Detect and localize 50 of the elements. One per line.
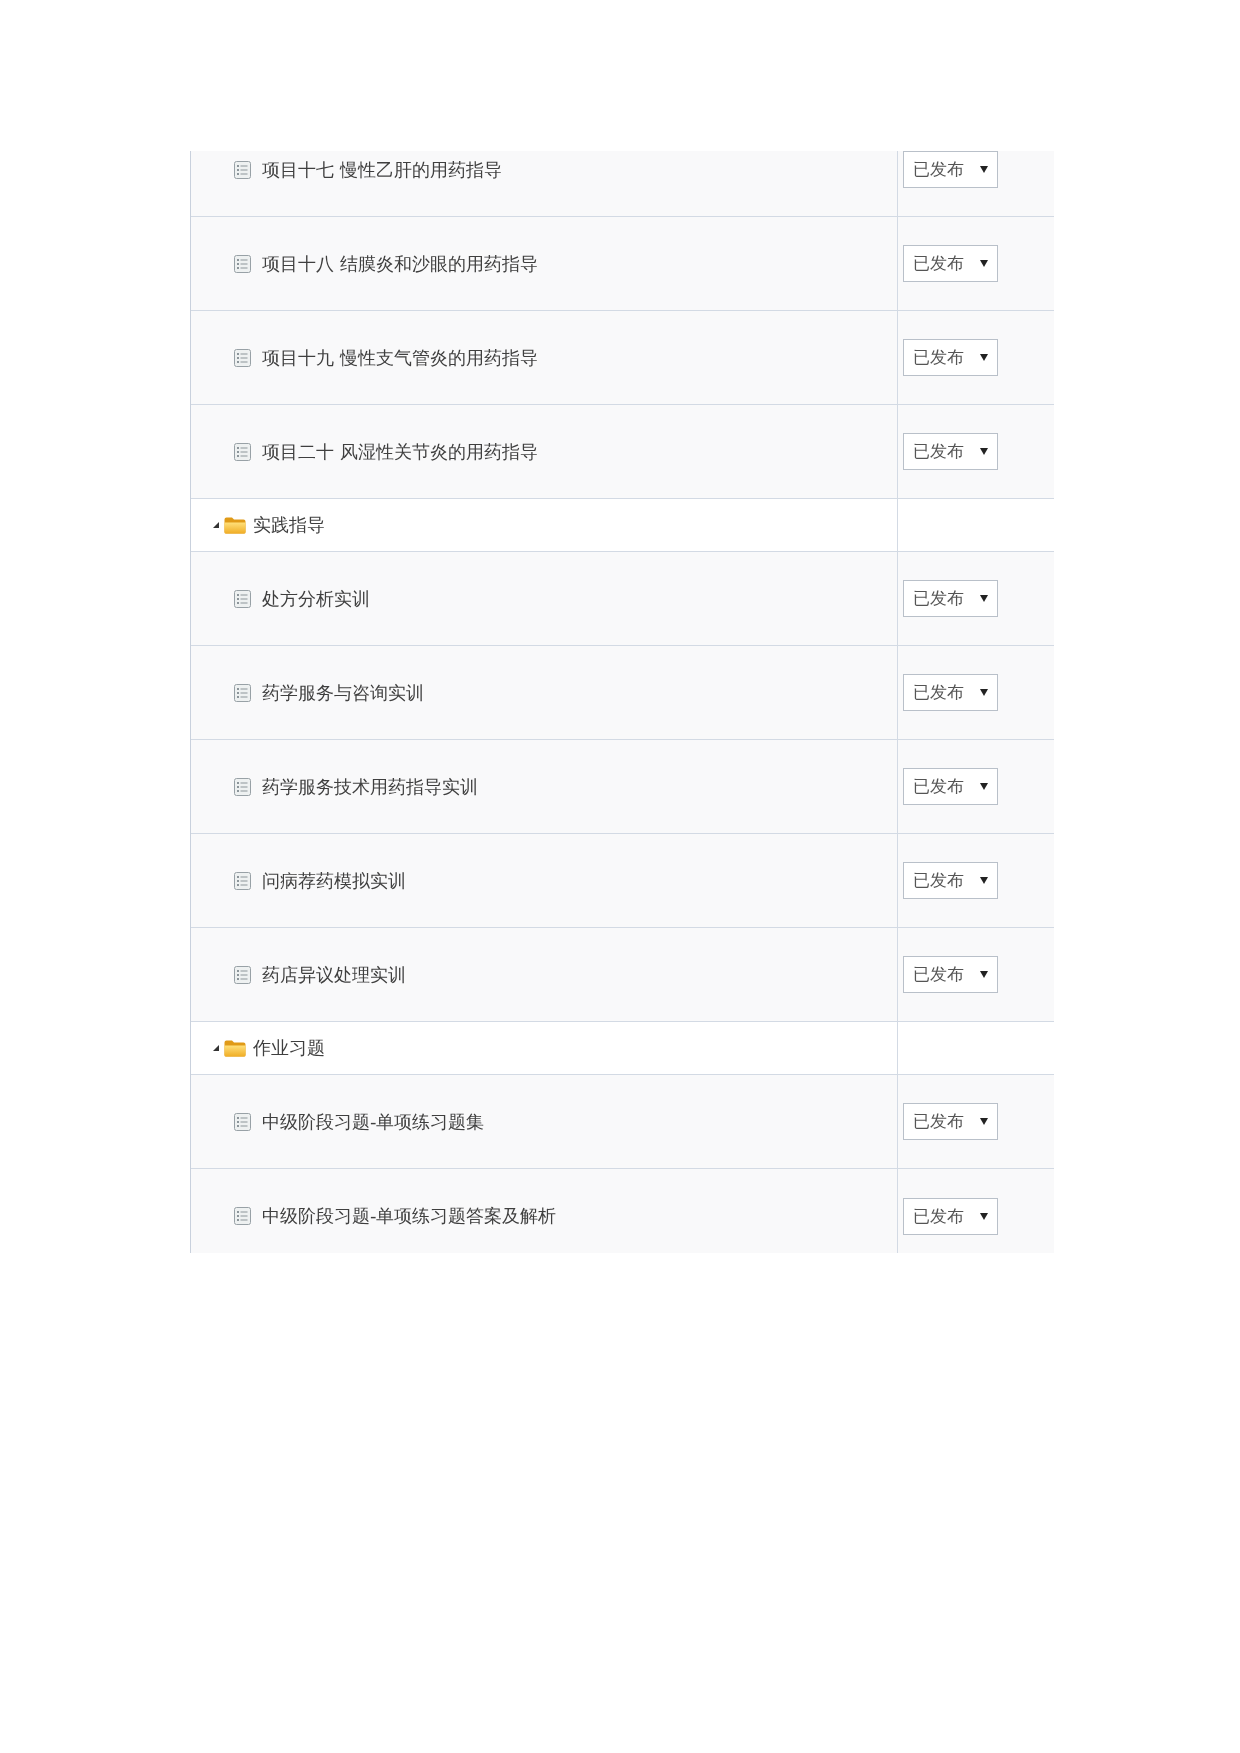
document-list-icon — [234, 871, 251, 890]
caret-icon — [980, 689, 988, 696]
status-dropdown[interactable]: 已发布 — [903, 433, 998, 470]
status-dropdown[interactable]: 已发布 — [903, 1197, 998, 1235]
item-title[interactable]: 处方分析实训 — [262, 586, 370, 611]
document-list-icon — [234, 160, 251, 179]
document-list-icon — [234, 965, 251, 984]
caret-icon — [980, 354, 988, 361]
caret-icon — [980, 783, 988, 790]
folder-title[interactable]: 实践指导 — [253, 513, 325, 537]
document-list-icon — [234, 589, 251, 608]
caret-icon — [980, 971, 988, 978]
caret-icon — [980, 260, 988, 267]
folder-icon — [224, 516, 246, 534]
status-dropdown[interactable]: 已发布 — [903, 674, 998, 711]
expanded-triangle-icon[interactable] — [213, 1045, 219, 1051]
caret-icon — [980, 1212, 988, 1220]
item-title[interactable]: 药学服务技术用药指导实训 — [262, 774, 478, 799]
item-title[interactable]: 药学服务与咨询实训 — [262, 680, 424, 705]
document-list-icon — [234, 683, 251, 702]
item-title[interactable]: 项目十七 慢性乙肝的用药指导 — [262, 157, 502, 182]
status-dropdown[interactable]: 已发布 — [903, 339, 998, 376]
caret-icon — [980, 877, 988, 884]
status-dropdown[interactable]: 已发布 — [903, 768, 998, 805]
document-list-icon — [234, 1112, 251, 1131]
item-title[interactable]: 项目十九 慢性支气管炎的用药指导 — [262, 345, 538, 370]
document-list-icon — [234, 1207, 251, 1225]
document-list-icon — [234, 777, 251, 796]
item-title[interactable]: 中级阶段习题-单项练习题答案及解析 — [262, 1204, 557, 1228]
caret-icon — [980, 1118, 988, 1125]
caret-icon — [980, 595, 988, 602]
item-title[interactable]: 中级阶段习题-单项练习题集 — [262, 1109, 485, 1134]
status-dropdown[interactable]: 已发布 — [903, 580, 998, 617]
document-list-icon — [234, 442, 251, 461]
expanded-triangle-icon[interactable] — [213, 522, 219, 528]
caret-icon — [980, 448, 988, 455]
status-dropdown[interactable]: 已发布 — [903, 956, 998, 993]
folder-title[interactable]: 作业习题 — [253, 1036, 325, 1060]
status-dropdown[interactable]: 已发布 — [903, 151, 998, 188]
caret-icon — [980, 166, 988, 173]
document-list-icon — [234, 348, 251, 367]
status-dropdown[interactable]: 已发布 — [903, 245, 998, 282]
folder-icon — [224, 1039, 246, 1057]
status-dropdown[interactable]: 已发布 — [903, 862, 998, 899]
item-title[interactable]: 项目十八 结膜炎和沙眼的用药指导 — [262, 251, 538, 276]
status-dropdown[interactable]: 已发布 — [903, 1103, 998, 1140]
document-list-icon — [234, 254, 251, 273]
item-title[interactable]: 项目二十 风湿性关节炎的用药指导 — [262, 439, 538, 464]
item-title[interactable]: 药店异议处理实训 — [262, 962, 406, 987]
item-title[interactable]: 问病荐药模拟实训 — [262, 868, 406, 893]
